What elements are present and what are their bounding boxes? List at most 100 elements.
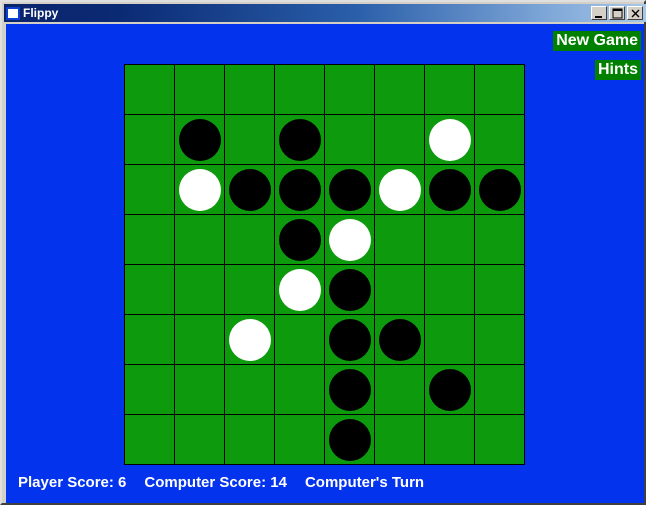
black-disc <box>328 318 371 361</box>
black-disc <box>328 168 371 211</box>
black-disc <box>278 118 321 161</box>
board-cell-r7-c4[interactable] <box>324 414 374 464</box>
board-cell-r7-c0[interactable] <box>124 414 174 464</box>
board-cell-r3-c3[interactable] <box>274 214 324 264</box>
board-cell-r7-c1[interactable] <box>174 414 224 464</box>
minimize-button[interactable] <box>591 6 607 20</box>
board-cell-r3-c1[interactable] <box>174 214 224 264</box>
board-cell-r4-c0[interactable] <box>124 264 174 314</box>
board-cell-r7-c5[interactable] <box>374 414 424 464</box>
board-cell-r1-c2[interactable] <box>224 114 274 164</box>
board-cell-r2-c2[interactable] <box>224 164 274 214</box>
board-cell-r7-c2[interactable] <box>224 414 274 464</box>
window-title: Flippy <box>23 6 59 20</box>
board-cell-r1-c6[interactable] <box>424 114 474 164</box>
board-cell-r1-c3[interactable] <box>274 114 324 164</box>
board-cell-r0-c1[interactable] <box>174 64 224 114</box>
board-cell-r5-c0[interactable] <box>124 314 174 364</box>
board-cell-r2-c1[interactable] <box>174 164 224 214</box>
white-disc <box>178 168 221 211</box>
board-cell-r5-c5[interactable] <box>374 314 424 364</box>
black-disc <box>328 418 371 461</box>
close-button[interactable] <box>627 6 643 20</box>
board-cell-r4-c3[interactable] <box>274 264 324 314</box>
board-cell-r4-c4[interactable] <box>324 264 374 314</box>
black-disc <box>328 268 371 311</box>
board-cell-r2-c7[interactable] <box>474 164 524 214</box>
board-cell-r5-c2[interactable] <box>224 314 274 364</box>
board-cell-r6-c7[interactable] <box>474 364 524 414</box>
board-cell-r1-c4[interactable] <box>324 114 374 164</box>
board-cell-r5-c3[interactable] <box>274 314 324 364</box>
status-bar: Player Score: 6 Computer Score: 14 Compu… <box>18 474 424 491</box>
board-cell-r6-c4[interactable] <box>324 364 374 414</box>
board-cell-r4-c7[interactable] <box>474 264 524 314</box>
board-cell-r2-c6[interactable] <box>424 164 474 214</box>
board-cell-r7-c6[interactable] <box>424 414 474 464</box>
board-cell-r6-c6[interactable] <box>424 364 474 414</box>
white-disc <box>278 268 321 311</box>
board-cell-r1-c1[interactable] <box>174 114 224 164</box>
board-cell-r5-c1[interactable] <box>174 314 224 364</box>
board-cell-r4-c1[interactable] <box>174 264 224 314</box>
board-cell-r0-c4[interactable] <box>324 64 374 114</box>
application-window: Flippy New Game Hints Player Score: 6 Co… <box>0 0 646 505</box>
board-cell-r3-c2[interactable] <box>224 214 274 264</box>
board-cell-r3-c4[interactable] <box>324 214 374 264</box>
board-cell-r1-c0[interactable] <box>124 114 174 164</box>
black-disc <box>328 368 371 411</box>
white-disc <box>228 318 271 361</box>
board-cell-r0-c2[interactable] <box>224 64 274 114</box>
black-disc <box>178 118 221 161</box>
board-cell-r6-c3[interactable] <box>274 364 324 414</box>
board-cell-r1-c7[interactable] <box>474 114 524 164</box>
window-controls <box>591 6 646 20</box>
board-cell-r5-c4[interactable] <box>324 314 374 364</box>
board-cell-r4-c5[interactable] <box>374 264 424 314</box>
computer-score-label: Computer Score: 14 <box>144 474 287 491</box>
board-cell-r6-c2[interactable] <box>224 364 274 414</box>
white-disc <box>328 218 371 261</box>
white-disc <box>378 168 421 211</box>
board-cell-r3-c6[interactable] <box>424 214 474 264</box>
black-disc <box>228 168 271 211</box>
board-cell-r6-c5[interactable] <box>374 364 424 414</box>
turn-label: Computer's Turn <box>304 474 425 491</box>
game-board[interactable] <box>124 64 525 465</box>
white-disc <box>428 118 471 161</box>
board-cell-r4-c2[interactable] <box>224 264 274 314</box>
board-cell-r0-c6[interactable] <box>424 64 474 114</box>
new-game-button[interactable]: New Game <box>553 31 641 51</box>
board-cell-r6-c0[interactable] <box>124 364 174 414</box>
hints-button[interactable]: Hints <box>595 60 641 80</box>
board-cell-r7-c7[interactable] <box>474 414 524 464</box>
board-cell-r0-c3[interactable] <box>274 64 324 114</box>
player-score-label: Player Score: 6 <box>18 474 127 491</box>
board-cell-r3-c5[interactable] <box>374 214 424 264</box>
title-bar: Flippy <box>4 4 646 22</box>
board-cell-r4-c6[interactable] <box>424 264 474 314</box>
game-client-area: New Game Hints Player Score: 6 Computer … <box>6 24 644 503</box>
board-cell-r2-c5[interactable] <box>374 164 424 214</box>
black-disc <box>478 168 521 211</box>
board-cell-r6-c1[interactable] <box>174 364 224 414</box>
black-disc <box>278 218 321 261</box>
board-cell-r0-c5[interactable] <box>374 64 424 114</box>
board-cell-r5-c7[interactable] <box>474 314 524 364</box>
black-disc <box>428 168 471 211</box>
board-cell-r3-c7[interactable] <box>474 214 524 264</box>
maximize-button[interactable] <box>609 6 625 20</box>
board-cell-r1-c5[interactable] <box>374 114 424 164</box>
board-cell-r2-c3[interactable] <box>274 164 324 214</box>
board-cell-r0-c7[interactable] <box>474 64 524 114</box>
board-cell-r5-c6[interactable] <box>424 314 474 364</box>
board-cell-r7-c3[interactable] <box>274 414 324 464</box>
board-cell-r3-c0[interactable] <box>124 214 174 264</box>
board-cell-r2-c0[interactable] <box>124 164 174 214</box>
board-cell-r0-c0[interactable] <box>124 64 174 114</box>
window-icon <box>6 6 20 20</box>
black-disc <box>278 168 321 211</box>
black-disc <box>378 318 421 361</box>
board-cell-r2-c4[interactable] <box>324 164 374 214</box>
black-disc <box>428 368 471 411</box>
